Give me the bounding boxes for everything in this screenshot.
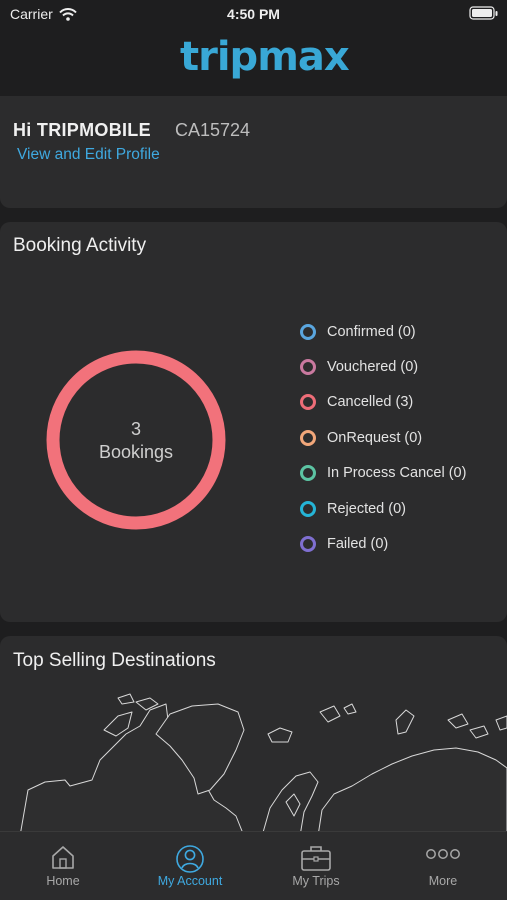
bookings-total-count: 3 [130,419,141,439]
status-ring-icon [300,465,316,482]
status-ring-icon [300,323,316,340]
legend-item-vouchered[interactable]: Vouchered (0) [298,349,466,384]
home-icon [52,846,74,869]
status-ring-icon [300,359,316,376]
status-bar: Carrier 4:50 PM [0,0,507,28]
world-map[interactable] [0,690,507,836]
legend-label: Vouchered (0) [327,359,419,376]
booking-status-legend: Confirmed (0) Vouchered (0) Cancelled (3… [298,314,466,562]
agent-code: CA15724 [175,120,251,140]
greeting: Hi TRIPMOBILE [13,120,151,140]
legend-item-onrequest[interactable]: OnRequest (0) [298,420,466,455]
tab-label-my-trips: My Trips [292,874,340,888]
legend-label: Rejected (0) [327,500,406,517]
legend-item-cancelled[interactable]: Cancelled (3) [298,385,466,420]
status-ring-icon [300,429,316,446]
battery-icon [469,6,498,20]
bookings-donut-chart[interactable] [44,348,228,532]
legend-label: Failed (0) [327,536,389,553]
status-ring-icon [300,394,316,411]
tab-bar: Home My Account My Trips More [0,831,507,900]
tab-my-trips[interactable]: My Trips [253,832,379,900]
legend-label: Confirmed (0) [327,323,416,340]
tab-label-more: More [428,874,458,888]
status-ring-icon [300,500,316,517]
tab-my-account[interactable]: My Account [127,832,253,900]
booking-activity-title: Booking Activity [13,235,147,256]
briefcase-icon [301,846,331,871]
legend-item-in-process-cancel[interactable]: In Process Cancel (0) [298,456,466,491]
legend-label: In Process Cancel (0) [327,465,467,482]
status-ring-icon [300,536,316,553]
account-icon [176,845,204,873]
legend-label: Cancelled (3) [327,394,414,411]
tab-home[interactable]: Home [0,832,126,900]
tripmax-logo: tripmax [180,34,350,80]
tab-more[interactable]: More [380,832,506,900]
legend-label: OnRequest (0) [327,429,423,446]
bookings-total-label: Bookings [98,442,174,462]
top-destinations-title: Top Selling Destinations [13,650,216,671]
legend-item-confirmed[interactable]: Confirmed (0) [298,314,466,349]
donut-ring [46,350,226,530]
app-header: tripmax [0,28,507,96]
tab-label-home: Home [46,874,80,888]
legend-item-rejected[interactable]: Rejected (0) [298,491,466,526]
tab-label-my-account: My Account [157,874,223,888]
legend-item-failed[interactable]: Failed (0) [298,526,466,561]
more-icon [426,849,460,859]
status-time: 4:50 PM [227,6,280,22]
view-edit-profile-link[interactable]: View and Edit Profile [17,146,160,164]
